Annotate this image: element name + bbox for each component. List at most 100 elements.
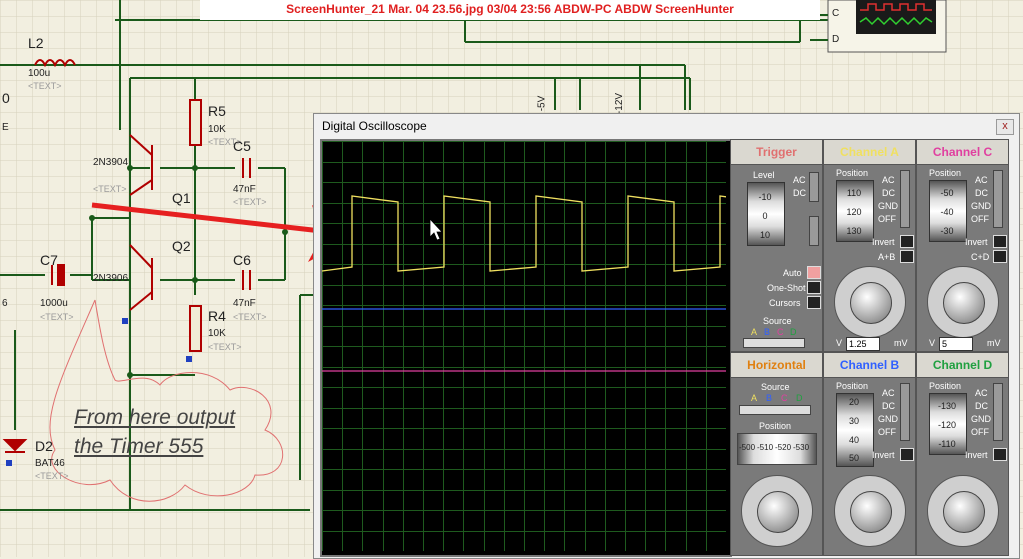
channel-d-invert-button[interactable] [993,448,1007,461]
channel-c-invert-button[interactable] [993,235,1007,248]
horizontal-source-d: D [796,393,803,403]
channel-a-ac: AC [882,175,895,185]
l2-value: 100u [28,68,51,79]
c5-label: C5 [233,138,251,154]
channel-d-scale-3: -110 [938,439,956,449]
horizontal-panel: Horizontal Source A B C D Position -500 … [730,352,823,556]
c7-text-tag: <TEXT> [40,312,74,322]
channel-a-volts-knob[interactable] [834,266,906,338]
channel-c-scale-2: -40 [940,207,954,217]
channel-b-scale-3: 40 [848,435,859,445]
trigger-title: Trigger [731,140,822,165]
trigger-level-label: Level [753,170,775,180]
r5-label: R5 [208,103,226,119]
channel-c-gnd: GND [971,201,991,211]
d2-text-tag: <TEXT> [35,471,69,481]
oscilloscope-window[interactable]: Digital Oscilloscope x Trigger Level -10… [313,113,1020,559]
channel-d-volts-knob[interactable] [927,475,999,547]
channel-a-coupling-switch[interactable] [900,170,910,228]
channel-b-position-label: Position [836,381,869,391]
channel-a-invert-button[interactable] [900,235,914,248]
channel-d-ac: AC [975,388,988,398]
channel-c-mix-label: C+D [971,252,990,262]
channel-d-gnd: GND [971,414,991,424]
channel-c-value[interactable]: 5 [939,337,973,351]
rail-neg5-label: -5V [536,95,548,112]
channel-b-title: Channel B [824,353,915,378]
channel-d-off: OFF [971,427,989,437]
left-six-label: 6 [2,298,8,309]
annotation-line-2: the Timer 555 [74,435,204,458]
c6-text-tag: <TEXT> [233,312,267,322]
cursor-pointer-icon [429,217,443,241]
channel-c-title: Channel C [917,140,1008,165]
r4-text-tag: <TEXT> [208,342,242,352]
l2-label: L2 [28,35,44,51]
r5-value: 10K [208,124,226,135]
channel-a-title: Channel A [824,140,915,165]
trigger-coupling-switch[interactable] [809,172,819,202]
channel-a-mix-label: A+B [878,252,896,262]
channel-d-invert-label: Invert [965,450,988,460]
horizontal-source-c: C [781,393,788,403]
one-shot-label: One-Shot [767,283,806,293]
channel-c-dc: DC [975,188,988,198]
c7-value: 1000u [40,298,68,309]
channel-c-v-label: V [929,338,936,348]
cursors-label: Cursors [769,298,801,308]
one-shot-button[interactable] [807,281,821,294]
horizontal-timebase-knob[interactable] [741,475,813,547]
close-button[interactable]: x [996,119,1014,135]
channel-c-mix-button[interactable] [993,250,1007,263]
horizontal-source-b: B [766,393,773,403]
horizontal-position-label: Position [759,421,792,431]
channel-c-ac: AC [975,175,988,185]
cursors-button[interactable] [807,296,821,309]
auto-button[interactable] [807,266,821,279]
channel-b-coupling-switch[interactable] [900,383,910,441]
d2-label: D2 [35,438,53,454]
channel-a-mix-button[interactable] [900,250,914,263]
horizontal-source-label: Source [761,382,790,392]
r4-label: R4 [208,308,226,324]
channel-b-scale-1: 20 [848,397,859,407]
trigger-panel: Trigger Level -10 0 10 AC DC Auto One-Sh… [730,139,823,352]
logic-pin-c: C [832,8,840,19]
channel-c-coupling-switch[interactable] [993,170,1003,228]
horizontal-source-slider[interactable] [739,405,811,415]
d2-part: BAT46 [35,458,65,469]
channel-a-gnd: GND [878,201,898,211]
channel-a-value[interactable]: 1.25 [846,337,880,351]
c7-label: C7 [40,252,58,268]
channel-a-dc: DC [882,188,895,198]
channel-c-volts-knob[interactable] [927,266,999,338]
l2-text-tag: <TEXT> [28,81,62,91]
c5-text-tag: <TEXT> [233,197,267,207]
horizontal-scale-4: -530 [793,443,810,452]
channel-d-title: Channel D [917,353,1008,378]
channel-c-scale-1: -50 [940,188,954,198]
channel-d-position-label: Position [929,381,962,391]
trigger-edge-switch[interactable] [809,216,819,246]
trigger-source-b: B [764,327,771,337]
channel-a-position-label: Position [836,168,869,178]
channel-b-invert-button[interactable] [900,448,914,461]
trigger-source-slider[interactable] [743,338,805,348]
q1-text-tag: <TEXT> [93,184,127,194]
channel-d-coupling-switch[interactable] [993,383,1003,441]
left-zero-label: 0 [2,90,10,106]
channel-d-scale-1: -130 [937,401,956,411]
annotation-text: From here output the Timer 555 [74,403,235,461]
channel-a-scale-1: 110 [846,188,862,198]
channel-c-panel: Channel C Position -50 -40 -30 AC DC GND… [916,139,1009,352]
channel-b-scale-4: 50 [848,453,859,463]
channel-b-volts-knob[interactable] [834,475,906,547]
trigger-scale-1: -10 [758,192,772,202]
channel-d-scale-2: -120 [937,420,956,430]
channel-a-invert-label: Invert [872,237,895,247]
channel-a-unit: mV [894,338,908,348]
c6-value: 47nF [233,298,256,309]
trigger-source-a: A [751,327,758,337]
channel-c-invert-label: Invert [965,237,988,247]
horizontal-scale-3: -520 [775,443,792,452]
